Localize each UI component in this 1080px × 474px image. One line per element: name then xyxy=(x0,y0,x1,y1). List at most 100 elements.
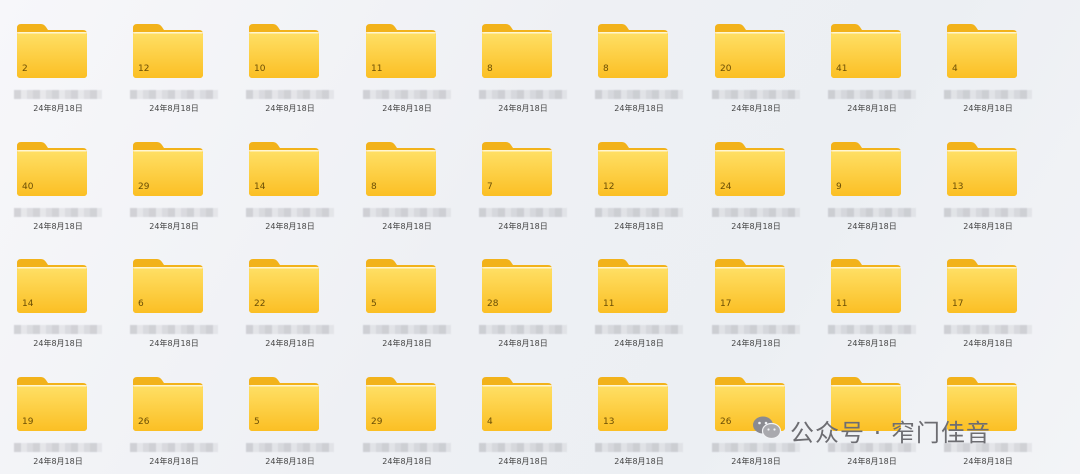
folder-item[interactable]: 2 24年8月18日 xyxy=(0,0,116,118)
folder-item[interactable]: 20 24年8月18日 xyxy=(698,0,814,118)
folder-item[interactable]: 8 24年8月18日 xyxy=(465,0,581,118)
folder-date: 24年8月18日 xyxy=(731,222,781,231)
folder-item[interactable]: 8 24年8月18日 xyxy=(581,0,697,118)
folder-date: 24年8月18日 xyxy=(731,339,781,348)
folder-item-count: 6 xyxy=(138,299,144,309)
folder-name-redacted xyxy=(712,325,800,334)
folder-name-redacted xyxy=(130,208,218,217)
folder-icon: 20 xyxy=(715,24,785,78)
folder-item-count: 20 xyxy=(720,64,732,74)
folder-date: 24年8月18日 xyxy=(265,339,315,348)
folder-date: 24年8月18日 xyxy=(382,339,432,348)
folder-item-count: 14 xyxy=(22,299,34,309)
folder-item-count: 5 xyxy=(371,299,377,309)
folder-item[interactable]: 26 24年8月18日 xyxy=(116,353,232,471)
folder-item-count: 7 xyxy=(487,182,493,192)
folder-item[interactable]: 10 24年8月18日 xyxy=(232,0,348,118)
folder-name-redacted xyxy=(595,90,683,99)
folder-name-redacted xyxy=(363,208,451,217)
folder-item-count: 8 xyxy=(603,64,609,74)
folder-item-count: 8 xyxy=(371,182,377,192)
folder-item[interactable]: 5 24年8月18日 xyxy=(232,353,348,471)
folder-icon: 13 xyxy=(947,142,1017,196)
folder-date: 24年8月18日 xyxy=(963,457,1013,466)
folder-item[interactable]: 28 24年8月18日 xyxy=(465,235,581,353)
folder-icon: 13 xyxy=(598,377,668,431)
folder-icon: 8 xyxy=(366,142,436,196)
folder-name-redacted xyxy=(828,208,916,217)
folder-icon: 5 xyxy=(249,377,319,431)
folder-icon: 7 xyxy=(482,142,552,196)
folder-item[interactable]: 9 24年8月18日 xyxy=(814,118,930,236)
folder-item[interactable]: 22 24年8月18日 xyxy=(232,235,348,353)
folder-icon: 26 xyxy=(133,377,203,431)
folder-icon: 24 xyxy=(715,142,785,196)
folder-date: 24年8月18日 xyxy=(614,104,664,113)
folder-icon: 17 xyxy=(947,259,1017,313)
folder-date: 24年8月18日 xyxy=(33,222,83,231)
folder-item[interactable]: 6 24年8月18日 xyxy=(116,235,232,353)
folder-item-count: 24 xyxy=(720,182,732,192)
folder-item[interactable]: 19 24年8月18日 xyxy=(0,353,116,471)
folder-item[interactable]: 13 24年8月18日 xyxy=(581,353,697,471)
folder-item[interactable]: 7 24年8月18日 xyxy=(465,118,581,236)
wechat-icon xyxy=(752,415,782,445)
folder-item[interactable]: 40 24年8月18日 xyxy=(0,118,116,236)
folder-icon: 10 xyxy=(249,24,319,78)
folder-name-redacted xyxy=(828,325,916,334)
folder-date: 24年8月18日 xyxy=(149,222,199,231)
folder-item[interactable]: 4 24年8月18日 xyxy=(465,353,581,471)
folder-name-redacted xyxy=(944,90,1032,99)
folder-item-count: 12 xyxy=(138,64,150,74)
folder-date: 24年8月18日 xyxy=(149,104,199,113)
folder-icon: 41 xyxy=(831,24,901,78)
folder-date: 24年8月18日 xyxy=(847,339,897,348)
folder-item-count: 4 xyxy=(487,417,493,427)
folder-icon: 22 xyxy=(249,259,319,313)
folder-item[interactable]: 17 24年8月18日 xyxy=(930,235,1046,353)
folder-item-count: 41 xyxy=(836,64,848,74)
folder-item-count: 11 xyxy=(371,64,383,74)
folder-name-redacted xyxy=(479,325,567,334)
folder-name-redacted xyxy=(130,325,218,334)
folder-item[interactable]: 29 24年8月18日 xyxy=(349,353,465,471)
folder-date: 24年8月18日 xyxy=(614,457,664,466)
folder-item-count: 29 xyxy=(371,417,383,427)
folder-item[interactable]: 24 24年8月18日 xyxy=(698,118,814,236)
folder-item[interactable]: 5 24年8月18日 xyxy=(349,235,465,353)
folder-icon: 11 xyxy=(831,259,901,313)
folder-name-redacted xyxy=(595,325,683,334)
folder-date: 24年8月18日 xyxy=(149,457,199,466)
folder-item-count: 22 xyxy=(254,299,266,309)
folder-item[interactable]: 12 24年8月18日 xyxy=(116,0,232,118)
folder-item-count: 40 xyxy=(22,182,34,192)
folder-name-redacted xyxy=(246,325,334,334)
folder-item[interactable]: 14 24年8月18日 xyxy=(0,235,116,353)
folder-item[interactable]: 4 24年8月18日 xyxy=(930,0,1046,118)
folder-item-count: 4 xyxy=(952,64,958,74)
folder-item[interactable]: 8 24年8月18日 xyxy=(349,118,465,236)
folder-date: 24年8月18日 xyxy=(382,104,432,113)
folder-date: 24年8月18日 xyxy=(498,457,548,466)
folder-item[interactable]: 11 24年8月18日 xyxy=(349,0,465,118)
folder-name-redacted xyxy=(130,90,218,99)
folder-grid: 2 24年8月18日 12 24年8月18日 10 24年8月18日 11 24年8月18日 8… xyxy=(0,0,1080,474)
folder-date: 24年8月18日 xyxy=(265,222,315,231)
folder-name-redacted xyxy=(828,90,916,99)
folder-item[interactable]: 41 24年8月18日 xyxy=(814,0,930,118)
folder-date: 24年8月18日 xyxy=(614,339,664,348)
folder-icon: 19 xyxy=(17,377,87,431)
folder-item[interactable]: 14 24年8月18日 xyxy=(232,118,348,236)
folder-item[interactable]: 12 24年8月18日 xyxy=(581,118,697,236)
folder-date: 24年8月18日 xyxy=(33,457,83,466)
folder-icon: 8 xyxy=(482,24,552,78)
folder-date: 24年8月18日 xyxy=(498,339,548,348)
folder-item[interactable]: 17 24年8月18日 xyxy=(698,235,814,353)
folder-icon: 11 xyxy=(598,259,668,313)
folder-name-redacted xyxy=(14,90,102,99)
folder-item[interactable]: 11 24年8月18日 xyxy=(581,235,697,353)
folder-item[interactable]: 29 24年8月18日 xyxy=(116,118,232,236)
folder-item[interactable]: 11 24年8月18日 xyxy=(814,235,930,353)
folder-item[interactable]: 13 24年8月18日 xyxy=(930,118,1046,236)
folder-date: 24年8月18日 xyxy=(963,104,1013,113)
